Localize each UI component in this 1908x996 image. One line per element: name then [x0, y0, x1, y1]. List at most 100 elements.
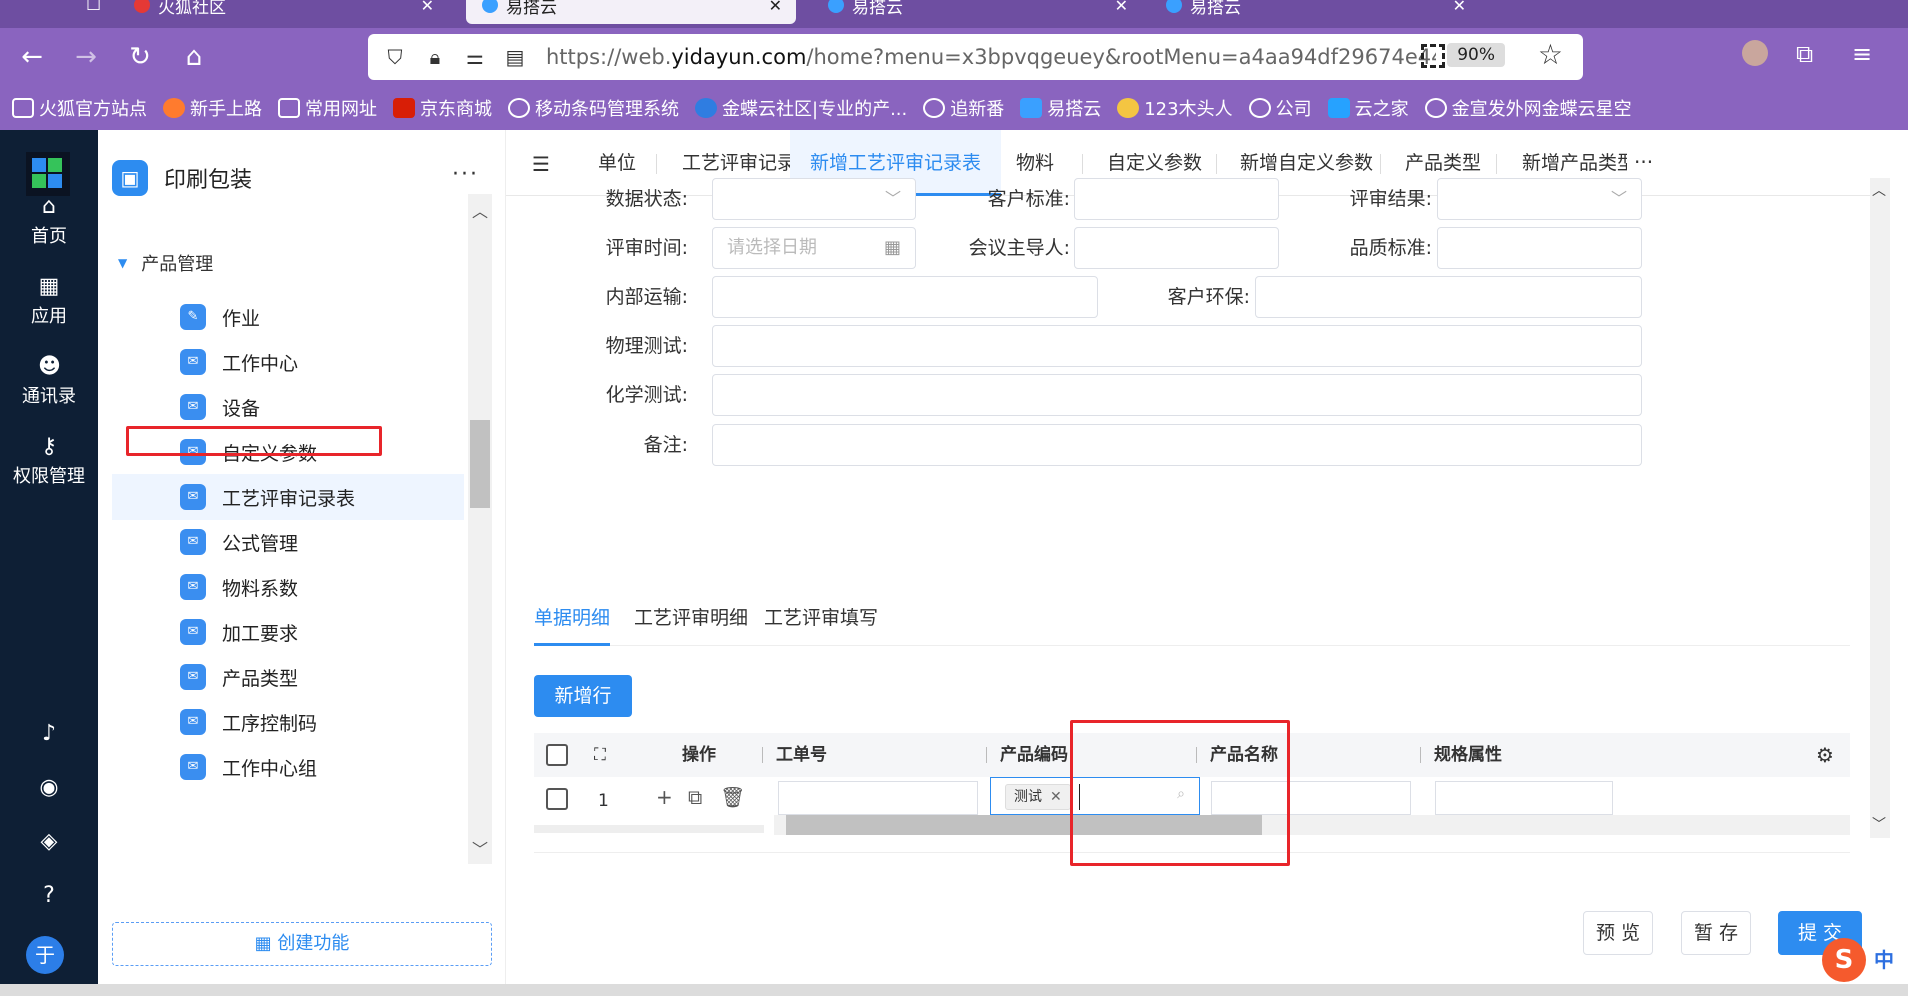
preview-button[interactable]: 预 览 [1583, 911, 1653, 955]
copy-icon[interactable]: ⧉ [688, 785, 702, 809]
chemical-test-input[interactable] [712, 374, 1642, 416]
close-icon[interactable]: ✕ [1050, 789, 1062, 805]
hamburger-menu-icon[interactable]: ≡ [1852, 40, 1872, 68]
save-draft-button[interactable]: 暂 存 [1681, 911, 1751, 955]
bookmark-item[interactable]: 常用网址 [278, 95, 377, 121]
url-text[interactable]: https://web.yidayun.com/home?menu=x3bpvq… [546, 45, 1436, 69]
url-bar[interactable]: ⛉ 🔒︎ ⚌ ▤ https://web.yidayun.com/home?me… [368, 34, 1583, 80]
main-vscrollbar[interactable] [1870, 178, 1890, 838]
bookmark-item[interactable]: 易搭云 [1020, 95, 1101, 121]
bookmark-item[interactable]: 追新番 [923, 95, 1004, 121]
extensions-icon[interactable]: ⧉ [1796, 40, 1813, 68]
grid-hscrollbar[interactable] [774, 815, 1850, 835]
sidebar-scrollbar[interactable] [468, 194, 492, 864]
bookmark-star-icon[interactable]: ☆ [1538, 38, 1563, 71]
browser-tab[interactable]: 火狐社区 ✕ [118, 0, 448, 24]
review-time-datepicker[interactable]: 请选择日期 ▦ [712, 227, 916, 269]
meeting-host-input[interactable] [1074, 227, 1279, 269]
tabs-more-icon[interactable]: ··· [1634, 150, 1653, 174]
menu-item[interactable]: ✉ 工作中心组 [112, 744, 464, 790]
permissions-icon[interactable]: ⚌ [462, 44, 488, 70]
subtab-review-detail[interactable]: 工艺评审明细 [634, 600, 748, 646]
menu-group-product[interactable]: ▼ 产品管理 [118, 250, 213, 276]
menu-item[interactable]: ✉ 物料系数 [112, 564, 464, 610]
collapse-menu-icon[interactable]: ☰ [532, 152, 550, 176]
bookmark-item[interactable]: 移动条码管理系统 [508, 95, 679, 121]
close-icon[interactable]: ✕ [1115, 0, 1128, 15]
work-order-cell[interactable] [778, 781, 978, 815]
scroll-down-icon[interactable]: ﹀ [472, 836, 488, 860]
create-function-button[interactable]: ▦ 创建功能 [112, 922, 492, 966]
physical-test-input[interactable] [712, 325, 1642, 367]
product-code-tag[interactable]: 测试 ✕ [1005, 784, 1071, 810]
zoom-level[interactable]: 90% [1447, 43, 1505, 67]
close-icon[interactable]: ✕ [769, 0, 782, 15]
more-icon[interactable]: ··· [452, 162, 479, 187]
close-icon[interactable]: ✕ [1453, 0, 1466, 15]
sidebar-scroll-thumb[interactable] [470, 420, 490, 508]
reload-icon[interactable]: ↻ [122, 40, 158, 76]
rail-item-home[interactable]: ⌂ 首页 [0, 196, 98, 248]
menu-item[interactable]: ✉ 加工要求 [112, 609, 464, 655]
app-logo-icon[interactable] [26, 152, 70, 196]
close-icon[interactable]: ✕ [421, 0, 434, 15]
bookmark-item[interactable]: 金宣发外网金蝶云星空 [1424, 95, 1632, 121]
gear-icon[interactable]: ⚙ [1816, 733, 1834, 777]
bookmark-item[interactable]: 金蝶云社区|专业的产... [695, 95, 907, 121]
forward-icon[interactable]: → [68, 40, 104, 76]
add-icon[interactable]: + [656, 785, 673, 809]
reader-icon[interactable]: ▤ [502, 44, 528, 70]
qr-code-icon[interactable] [1421, 44, 1445, 68]
spec-attribute-cell[interactable] [1435, 781, 1613, 815]
internal-transport-input[interactable] [712, 276, 1098, 318]
menu-item[interactable]: ✉ 产品类型 [112, 654, 464, 700]
settings-circle-icon[interactable]: ◉ [37, 776, 61, 800]
scroll-up-icon[interactable]: ︿ [1872, 180, 1886, 200]
delete-icon[interactable]: 🗑︎ [720, 785, 745, 809]
scroll-up-icon[interactable]: ︿ [472, 198, 488, 222]
add-row-button[interactable]: 新增行 [534, 675, 632, 717]
rail-item-permissions[interactable]: ⚷ 权限管理 [0, 436, 98, 488]
menu-item-active[interactable]: ✉ 工艺评审记录表 [112, 474, 464, 520]
browser-tab[interactable]: 易搭云 ✕ [1150, 0, 1480, 24]
user-avatar[interactable]: 于 [26, 936, 64, 974]
select-all-checkbox[interactable] [546, 744, 568, 766]
shield-icon[interactable]: ⛉ [382, 44, 408, 70]
row-checkbox[interactable] [546, 788, 568, 810]
bookmark-item[interactable]: 京东商城 [393, 95, 492, 121]
bell-icon[interactable]: ♪ [37, 722, 61, 746]
menu-item[interactable]: ✎ 作业 [112, 294, 464, 340]
cube-icon[interactable]: ◈ [37, 830, 61, 854]
customer-env-input[interactable] [1255, 276, 1642, 318]
fullscreen-icon[interactable]: ⛶ [594, 733, 606, 777]
lock-icon[interactable]: 🔒︎ [422, 44, 448, 70]
browser-tab-active[interactable]: 易搭云 ✕ [466, 0, 796, 24]
back-icon[interactable]: ← [14, 40, 50, 76]
browser-tab[interactable]: 易搭云 ✕ [812, 0, 1142, 24]
menu-item[interactable]: ✉ 公式管理 [112, 519, 464, 565]
bookmark-item[interactable]: 公司 [1248, 95, 1312, 121]
account-avatar-icon[interactable] [1742, 40, 1768, 66]
subtab-document-detail[interactable]: 单据明细 [534, 600, 611, 646]
bookmark-item[interactable]: 新手上路 [163, 95, 262, 121]
bookmark-item[interactable]: 123木头人 [1117, 95, 1233, 121]
remark-input[interactable] [712, 424, 1642, 466]
menu-item[interactable]: ✉ 工作中心 [112, 339, 464, 385]
rail-item-contacts[interactable]: ☻ 通讯录 [0, 356, 98, 408]
data-status-select[interactable]: ﹀ [712, 178, 916, 220]
menu-item[interactable]: ✉ 设备 [112, 384, 464, 430]
menu-item[interactable]: ✉ 工序控制码 [112, 699, 464, 745]
ime-indicator[interactable]: S 中 [1822, 938, 1908, 982]
customer-standard-input[interactable] [1074, 178, 1279, 220]
frozen-hscrollbar[interactable] [534, 825, 764, 833]
quality-standard-input[interactable] [1437, 227, 1642, 269]
rail-item-apps[interactable]: ▦ 应用 [0, 276, 98, 328]
bookmark-item[interactable]: 火狐官方站点 [12, 95, 147, 121]
subtab-review-fill[interactable]: 工艺评审填写 [764, 600, 878, 646]
review-result-select[interactable]: ﹀ [1437, 178, 1642, 220]
browser-tab-menu-icon[interactable]: ☐ [70, 0, 117, 24]
help-icon[interactable]: ? [37, 884, 61, 908]
bookmark-item[interactable]: 云之家 [1327, 95, 1409, 121]
scroll-down-icon[interactable]: ﹀ [1872, 814, 1886, 834]
home-icon[interactable]: ⌂ [176, 40, 212, 76]
